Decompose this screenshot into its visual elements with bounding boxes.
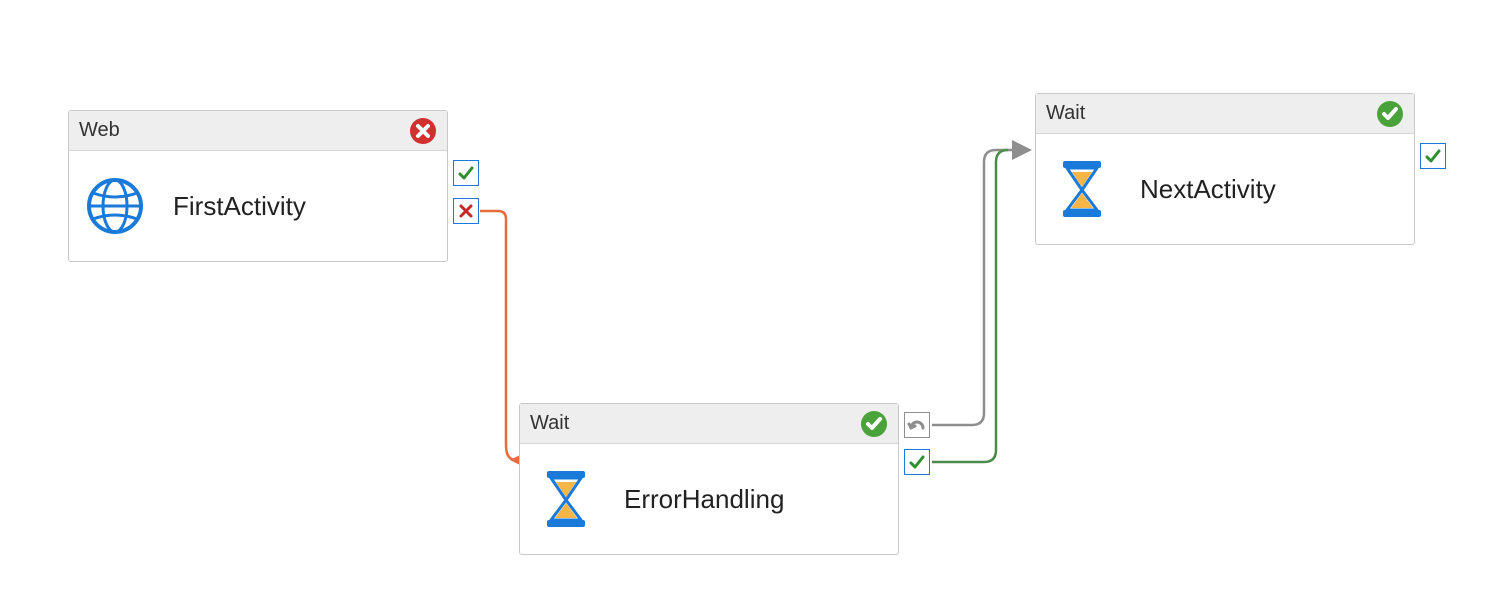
hourglass-icon	[1052, 159, 1112, 219]
activity-node-error[interactable]: Wait ErrorHandling	[519, 403, 899, 555]
activity-node-first[interactable]: Web FirstActivity	[68, 110, 448, 262]
activity-name: FirstActivity	[173, 191, 306, 222]
node-type-label: Web	[79, 119, 120, 142]
node-header: Web	[69, 111, 447, 151]
port-success[interactable]	[1420, 143, 1446, 169]
check-icon	[908, 453, 926, 471]
node-body: FirstActivity	[69, 151, 447, 261]
node-body: NextActivity	[1036, 134, 1414, 244]
activity-name: ErrorHandling	[624, 484, 784, 515]
node-body: ErrorHandling	[520, 444, 898, 554]
activity-name: NextActivity	[1140, 174, 1276, 205]
hourglass-icon	[536, 469, 596, 529]
pipeline-canvas[interactable]: Web FirstActivity	[0, 0, 1491, 602]
status-success-icon	[1376, 100, 1404, 128]
status-success-icon	[860, 410, 888, 438]
globe-icon	[85, 176, 145, 236]
node-type-label: Wait	[530, 412, 569, 435]
connector-error-success-to-next	[932, 150, 1008, 462]
connector-first-to-error	[480, 211, 516, 460]
node-type-label: Wait	[1046, 102, 1085, 125]
node-header: Wait	[1036, 94, 1414, 134]
status-error-icon	[409, 117, 437, 145]
connector-error-completion-to-next	[932, 150, 1028, 425]
node-header: Wait	[520, 404, 898, 444]
port-success[interactable]	[453, 160, 479, 186]
check-icon	[1424, 147, 1442, 165]
check-icon	[457, 164, 475, 182]
x-icon	[457, 202, 475, 220]
port-completion[interactable]	[904, 412, 930, 438]
activity-node-next[interactable]: Wait NextActivity	[1035, 93, 1415, 245]
retry-icon	[907, 416, 927, 434]
port-failure[interactable]	[453, 198, 479, 224]
port-success[interactable]	[904, 449, 930, 475]
